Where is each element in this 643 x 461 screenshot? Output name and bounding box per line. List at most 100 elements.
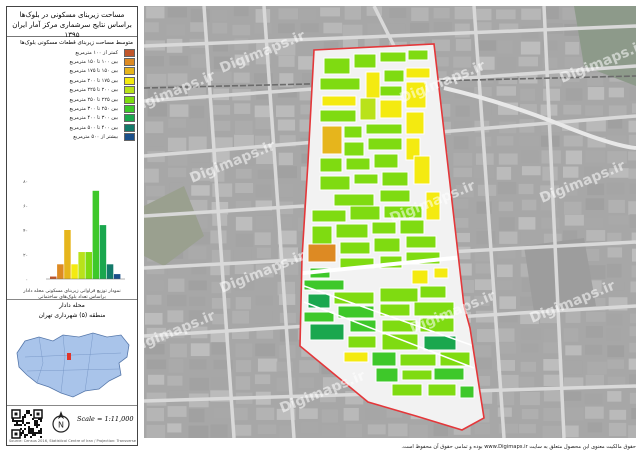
residential-block (343, 351, 369, 363)
legend-header: متوسط مساحت زیربنای قطعات مسکونی بلوک‌ها (20, 40, 133, 46)
study-area-marker (67, 353, 71, 360)
legend-panel: مساحت زیربنای مسکونی در بلوک‌ها براساس ن… (6, 6, 138, 446)
residential-block (343, 125, 363, 139)
histogram-bar (78, 252, 85, 279)
y-tick-label: ۲۰ (23, 254, 28, 259)
y-tick-label: ۴۰ (23, 229, 28, 234)
legend-swatch (124, 76, 135, 85)
legend-label: بین ۲۵۰ تا ۳۰۰ مترمربع (69, 106, 118, 113)
histogram-bar (99, 225, 107, 279)
residential-block (375, 367, 399, 383)
residential-block (373, 153, 399, 169)
inset-location-map (9, 323, 135, 403)
legend-item: کمتر از ۱۰۰ مترمربع (9, 48, 135, 57)
residential-block (459, 385, 475, 399)
divider (7, 299, 137, 300)
residential-block (353, 173, 379, 185)
source-credit: Source: Census 2016, Statistical Centre … (9, 439, 137, 443)
residential-block (383, 69, 405, 83)
residential-block (307, 243, 337, 263)
residential-block (405, 235, 437, 249)
legend-label: بیشتر از ۵۰۰ مترمربع (73, 134, 118, 141)
qr-code (11, 409, 43, 439)
residential-block (335, 223, 369, 239)
residential-block (379, 99, 403, 119)
residential-block (311, 209, 347, 223)
legend-item: بین ۴۰۰ تا ۵۰۰ مترمربع (9, 123, 135, 132)
residential-block (349, 205, 381, 221)
residential-block (379, 51, 407, 63)
legend-label: بین ۱۷۵ تا ۲۰۰ مترمربع (69, 77, 118, 84)
residential-block (321, 95, 357, 107)
residential-block (343, 141, 365, 157)
panel-title-line2: براساس نتایج سرشماری مرکز آمار ایران ۱۳۹… (12, 21, 132, 39)
divider (7, 405, 137, 406)
legend-item: بین ۲۰۰ تا ۲۲۵ مترمربع (9, 86, 135, 95)
residential-block (367, 137, 403, 151)
legend-items: کمتر از ۱۰۰ مترمربع بین ۱۰۰ تا ۱۵۰ مترمرب… (9, 48, 135, 142)
residential-block (381, 171, 409, 187)
legend-label: بین ۱۵۰ تا ۱۷۵ مترمربع (69, 68, 118, 75)
legend-label: بین ۳۰۰ تا ۴۰۰ مترمربع (69, 115, 118, 122)
neighborhood-name: محله دادار (59, 302, 85, 309)
residential-block (407, 49, 429, 61)
residential-block (433, 367, 465, 381)
legend-item: بیشتر از ۵۰۰ مترمربع (9, 133, 135, 142)
residential-block (333, 193, 375, 207)
legend-item: بین ۱۵۰ تا ۱۷۵ مترمربع (9, 67, 135, 76)
legend-label: بین ۲۰۰ تا ۲۲۵ مترمربع (69, 87, 118, 94)
residential-block (399, 353, 437, 367)
residential-block (359, 97, 377, 121)
legend-swatch (124, 67, 135, 76)
residential-block (319, 157, 343, 173)
legend-swatch (124, 114, 135, 123)
residential-block (311, 225, 333, 245)
legend-swatch (124, 105, 135, 114)
residential-block (353, 53, 377, 69)
y-tick-label: ۸۰ (23, 180, 28, 185)
histogram-bar (57, 264, 64, 279)
legend-item: بین ۲۵۰ تا ۳۰۰ مترمربع (9, 104, 135, 114)
legend-item: بین ۱۷۵ تا ۲۰۰ مترمربع (9, 76, 135, 85)
residential-block (405, 67, 431, 79)
residential-block (405, 111, 425, 135)
residential-block (309, 323, 345, 341)
legend-item: بین ۱۰۰ تا ۱۵۰ مترمربع (9, 57, 135, 67)
residential-block (411, 269, 429, 285)
histogram-bar (113, 274, 121, 279)
residential-block (371, 351, 397, 367)
histogram-caption-line2: براساس تعداد بلوک‌های ساختمانی (38, 295, 106, 300)
histogram-bar (92, 190, 100, 279)
legend-swatch (124, 58, 135, 67)
residential-block (379, 189, 411, 203)
legend-item: بین ۳۰۰ تا ۴۰۰ مترمربع (9, 114, 135, 123)
panel-title: مساحت زیربنای مسکونی در بلوک‌ها براساس ن… (7, 7, 137, 39)
residential-block (345, 157, 371, 171)
legend-item: بین ۲۲۵ تا ۲۵۰ مترمربع (9, 95, 135, 104)
residential-block (427, 383, 457, 397)
residential-block (319, 77, 361, 91)
legend: متوسط مساحت زیربنای قطعات مسکونی بلوک‌ها… (9, 39, 135, 142)
histogram-chart: ۸۰ ۶۰ ۴۰ ۲۰ ۰ (23, 180, 125, 283)
residential-block (307, 293, 331, 309)
residential-block (413, 155, 431, 185)
histogram-bar (50, 276, 57, 279)
y-tick-label: ۰ (26, 278, 28, 283)
copyright-footer: حقوق مالکیت معنوی این محصول متعلق به سای… (401, 444, 636, 450)
residential-block (339, 241, 371, 255)
y-tick-label: ۶۰ (23, 205, 28, 210)
residential-block (365, 123, 403, 135)
legend-label: بین ۱۰۰ تا ۱۵۰ مترمربع (69, 59, 118, 66)
residential-block (303, 311, 335, 323)
legend-swatch (124, 48, 135, 57)
residential-block (347, 335, 377, 349)
residential-block (323, 57, 351, 75)
legend-swatch (124, 133, 135, 142)
histogram-bar (106, 264, 114, 279)
residential-block (319, 109, 357, 123)
histogram-bar (85, 252, 92, 279)
residential-block (391, 383, 423, 397)
legend-label: کمتر از ۱۰۰ مترمربع (75, 49, 118, 56)
residential-block (433, 267, 449, 279)
map-sheet: مساحت زیربنای مسکونی در بلوک‌ها براساس ن… (0, 0, 643, 461)
